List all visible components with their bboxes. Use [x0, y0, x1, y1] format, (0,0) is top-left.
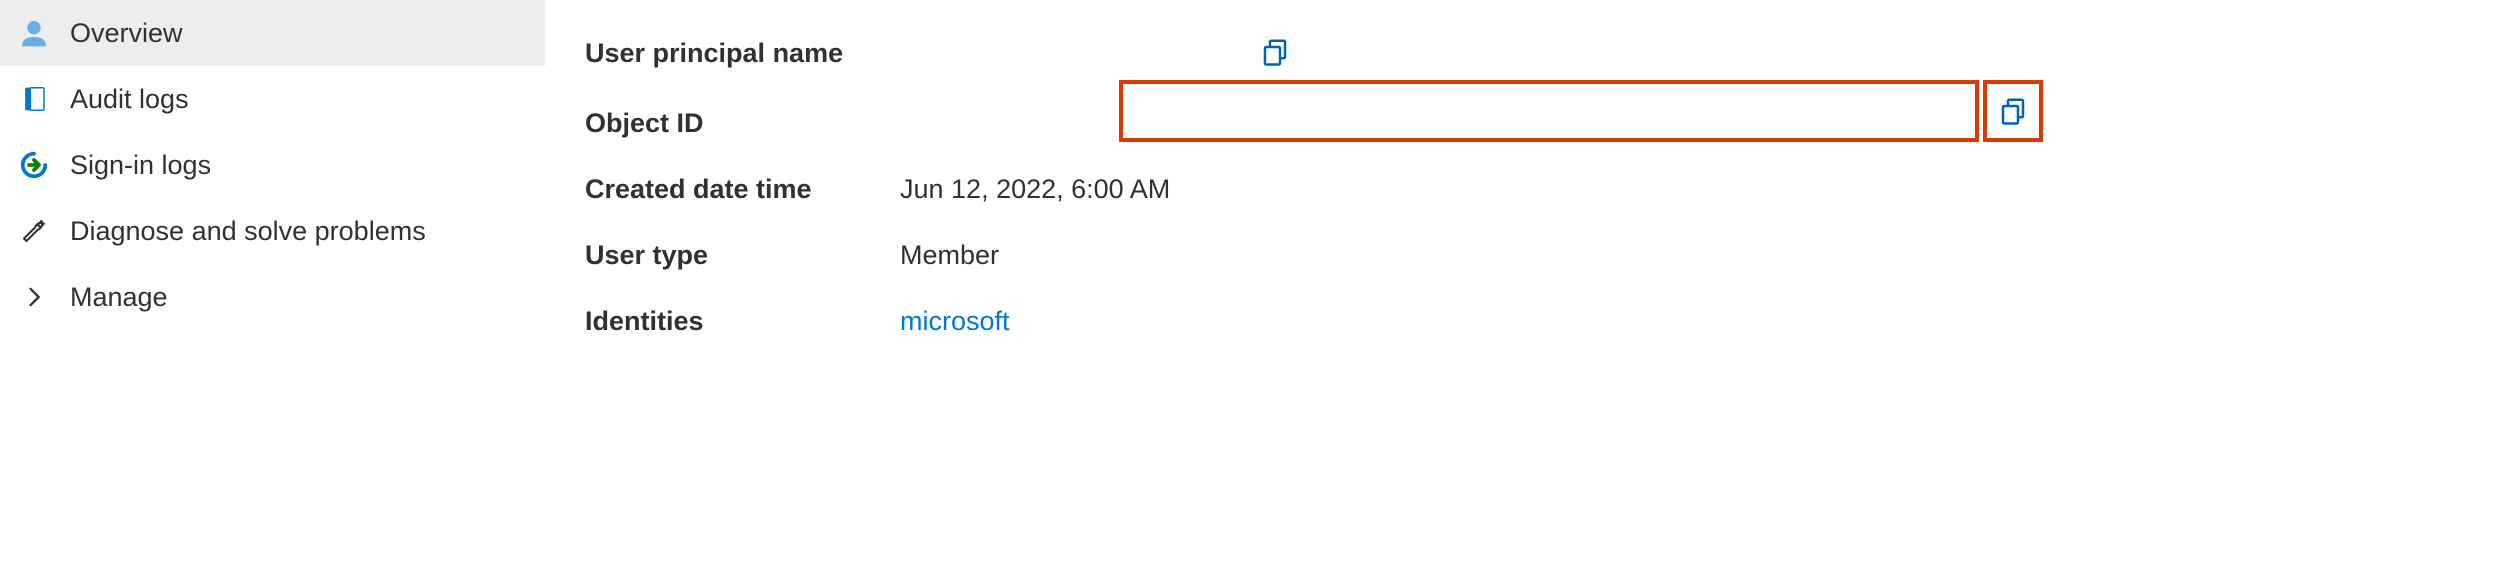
main-panel: User principal name Object ID Created da…: [545, 0, 2514, 566]
wrench-icon: [18, 215, 50, 247]
property-row-upn: User principal name: [585, 20, 2474, 86]
sidebar-item-diagnose[interactable]: Diagnose and solve problems: [0, 198, 545, 264]
sidebar-item-label: Manage: [70, 282, 168, 313]
highlight-copy-object-id: [1983, 80, 2043, 142]
person-icon: [18, 17, 50, 49]
sidebar: Overview Audit logs Sign-in logs Diagnos…: [0, 0, 545, 566]
sidebar-item-label: Audit logs: [70, 84, 189, 115]
user-type-value: Member: [900, 240, 2474, 271]
sidebar-item-label: Diagnose and solve problems: [70, 216, 426, 247]
copy-upn-button[interactable]: [1255, 32, 1295, 72]
created-value: Jun 12, 2022, 6:00 AM: [900, 174, 2474, 205]
sidebar-item-manage[interactable]: Manage: [0, 264, 545, 330]
copy-object-id-button[interactable]: [1998, 96, 2028, 126]
user-type-label: User type: [585, 240, 900, 271]
property-row-created: Created date time Jun 12, 2022, 6:00 AM: [585, 156, 2474, 222]
notebook-icon: [18, 83, 50, 115]
sidebar-item-label: Sign-in logs: [70, 150, 211, 181]
identities-value[interactable]: microsoft: [900, 306, 2474, 337]
sidebar-item-label: Overview: [70, 18, 183, 49]
copy-icon: [1998, 96, 2028, 126]
copy-icon: [1260, 37, 1290, 67]
property-row-user-type: User type Member: [585, 222, 2474, 288]
property-row-object-id: Object ID: [585, 90, 2474, 156]
property-row-identities: Identities microsoft: [585, 288, 2474, 354]
sidebar-item-signin-logs[interactable]: Sign-in logs: [0, 132, 545, 198]
chevron-right-icon: [18, 281, 50, 313]
sidebar-item-overview[interactable]: Overview: [0, 0, 545, 66]
upn-label: User principal name: [585, 38, 900, 69]
created-label: Created date time: [585, 174, 900, 205]
identities-label: Identities: [585, 306, 900, 337]
sidebar-item-audit-logs[interactable]: Audit logs: [0, 66, 545, 132]
signin-icon: [18, 149, 50, 181]
object-id-label: Object ID: [585, 108, 900, 139]
